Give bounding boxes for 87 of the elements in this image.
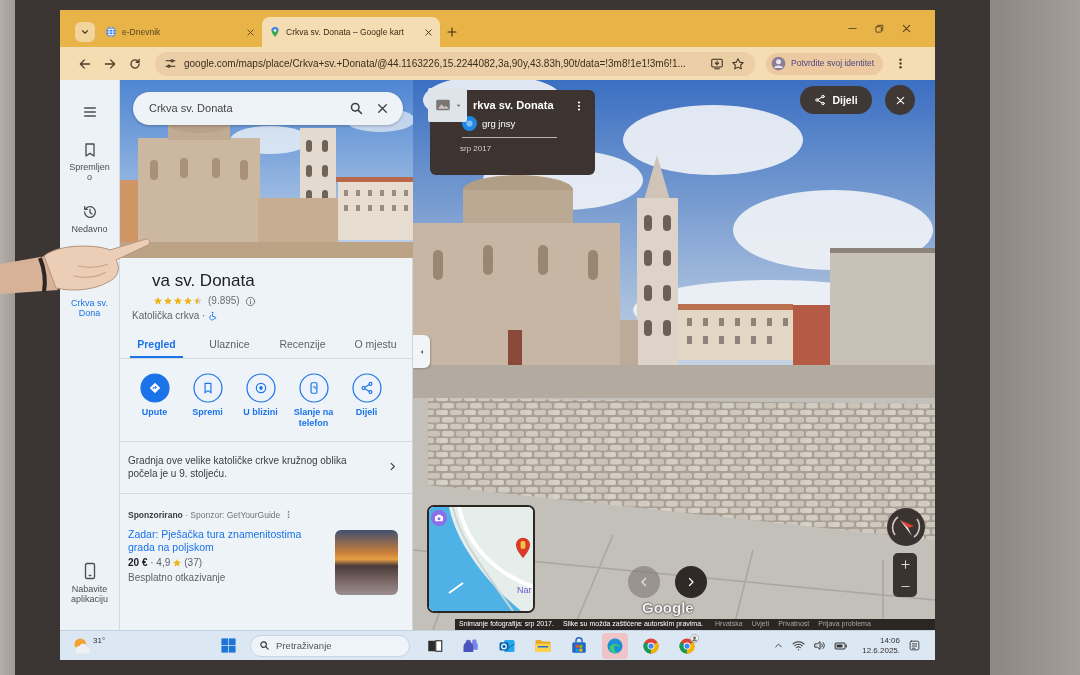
place-category: Katolička crkva ·: [132, 310, 206, 322]
close-icon[interactable]: [901, 23, 912, 34]
menu-icon[interactable]: [81, 104, 98, 120]
wheelchair-icon: [208, 311, 219, 321]
place-tab[interactable]: Pregled: [130, 332, 183, 358]
wifi-icon[interactable]: [792, 639, 806, 652]
swirl-icon: [606, 636, 625, 655]
photo-title: rkva sv. Donata: [473, 99, 555, 113]
browser-tab[interactable]: e-Dnevnik: [98, 17, 262, 47]
history-icon: [81, 204, 98, 220]
search-bar[interactable]: Crkva sv. Donata: [133, 92, 403, 125]
share-icon: [814, 94, 827, 106]
review-count: (37): [184, 556, 203, 569]
action-button[interactable]: Slanje na telefon: [287, 372, 340, 429]
notification-icon[interactable]: [908, 639, 921, 652]
action-button[interactable]: Dijeli: [340, 372, 393, 429]
avatar-icon: [771, 56, 786, 71]
close-icon[interactable]: [376, 102, 389, 115]
photo-date: srp 2017: [460, 144, 493, 154]
place-tab[interactable]: Recenzije: [276, 332, 329, 358]
action-button[interactable]: U blizini: [234, 372, 287, 429]
info-icon[interactable]: [244, 295, 256, 307]
cancellation-note: Besplatno otkazivanje: [128, 571, 227, 584]
description-text: Gradnja ove velike katoličke crkve kružnog oblika počela je u 9. stoljeću.: [128, 453, 348, 480]
star-icon: [172, 557, 183, 568]
restore-icon[interactable]: [874, 23, 885, 34]
reload-icon[interactable]: [128, 56, 142, 71]
share-button[interactable]: Dijeli: [800, 86, 872, 114]
star-icon: [163, 296, 173, 306]
profile-button[interactable]: Potvrdite svoj identitet: [766, 52, 884, 75]
people-icon: [462, 636, 481, 655]
rail-item[interactable]: Nabavite aplikaciju: [68, 562, 111, 604]
compass-icon[interactable]: [887, 508, 925, 546]
star-icon: [173, 296, 183, 306]
plus-icon[interactable]: [446, 26, 458, 38]
star-icon: [183, 296, 193, 306]
close-icon: [894, 94, 906, 106]
search-input[interactable]: Crkva sv. Donata: [149, 101, 337, 116]
place-title: va sv. Donata: [152, 270, 256, 292]
avatar-icon: [462, 116, 477, 132]
place-tab[interactable]: O mjestu: [349, 332, 402, 358]
sunset-photo: [335, 529, 398, 595]
review-count[interactable]: (9.895): [208, 295, 240, 307]
map-label: Nar: [517, 585, 532, 596]
star-outline-icon[interactable]: [731, 56, 745, 71]
four-squares-icon: [219, 637, 237, 654]
search-icon: [259, 640, 271, 651]
tour-link[interactable]: Zadar: Pješačka tura znamenitostima grada na poljskom: [128, 527, 327, 554]
rail-item[interactable]: Nedavno: [71, 204, 108, 234]
narrow-building: [793, 305, 830, 365]
tricolor-circle-icon: [642, 636, 661, 655]
shopping-bag-icon: [570, 636, 589, 655]
forward-icon[interactable]: [103, 56, 117, 71]
globe-icon: [105, 26, 117, 38]
star-icon: [193, 296, 203, 306]
sliders-icon[interactable]: [164, 57, 177, 70]
chevron-down-icon: [80, 27, 90, 37]
back-icon[interactable]: [78, 56, 92, 71]
address-bar[interactable]: google.com/maps/place/Crkva+sv.+Donata/@44.1163226,15.2244082,3a,90y,43.83h,90t/data=!3m8!1e1!3m6!1...: [155, 51, 755, 76]
star-icon: [153, 296, 163, 306]
action-button[interactable]: Upute: [128, 372, 181, 429]
author-name[interactable]: grg jnsy: [482, 118, 516, 130]
search-input[interactable]: Pretraživanje: [276, 639, 402, 652]
sponsored-label: Sponzorirano · Sponzor: GetYourGuide: [128, 509, 281, 520]
image-toggle-button[interactable]: [428, 88, 467, 122]
camera-icon: [431, 510, 447, 526]
screen-arrow-icon[interactable]: [710, 56, 724, 71]
tricolor-circle-icon: [678, 636, 697, 655]
map-marker-icon: [515, 537, 531, 559]
rail-item[interactable]: Crkva sv. Dona: [68, 298, 111, 318]
mini-map[interactable]: Nar: [427, 505, 535, 613]
search-icon[interactable]: [349, 101, 364, 116]
map-pin-icon: [269, 26, 281, 38]
taskbar-search-bar[interactable]: Pretraživanje: [250, 634, 411, 657]
clock-date[interactable]: 12.6.2025.: [862, 645, 900, 656]
action-button[interactable]: Spremi: [181, 372, 234, 429]
imagery-logo: Google: [642, 599, 694, 617]
rail-item[interactable]: Spremljeno: [68, 142, 111, 182]
close-icon[interactable]: [424, 27, 433, 37]
place-tab[interactable]: Ulaznice: [203, 332, 256, 358]
price-rating-text: 20 € · 4,9: [128, 556, 171, 569]
browser-tab[interactable]: Crkva sv. Donata – Google kart: [262, 17, 440, 47]
tab-search-button[interactable]: [75, 22, 95, 42]
speaker-icon[interactable]: [813, 639, 827, 652]
close-icon[interactable]: [246, 27, 255, 37]
weather-temperature: 31°: [93, 635, 106, 645]
clock-time[interactable]: 14:06: [879, 635, 900, 646]
